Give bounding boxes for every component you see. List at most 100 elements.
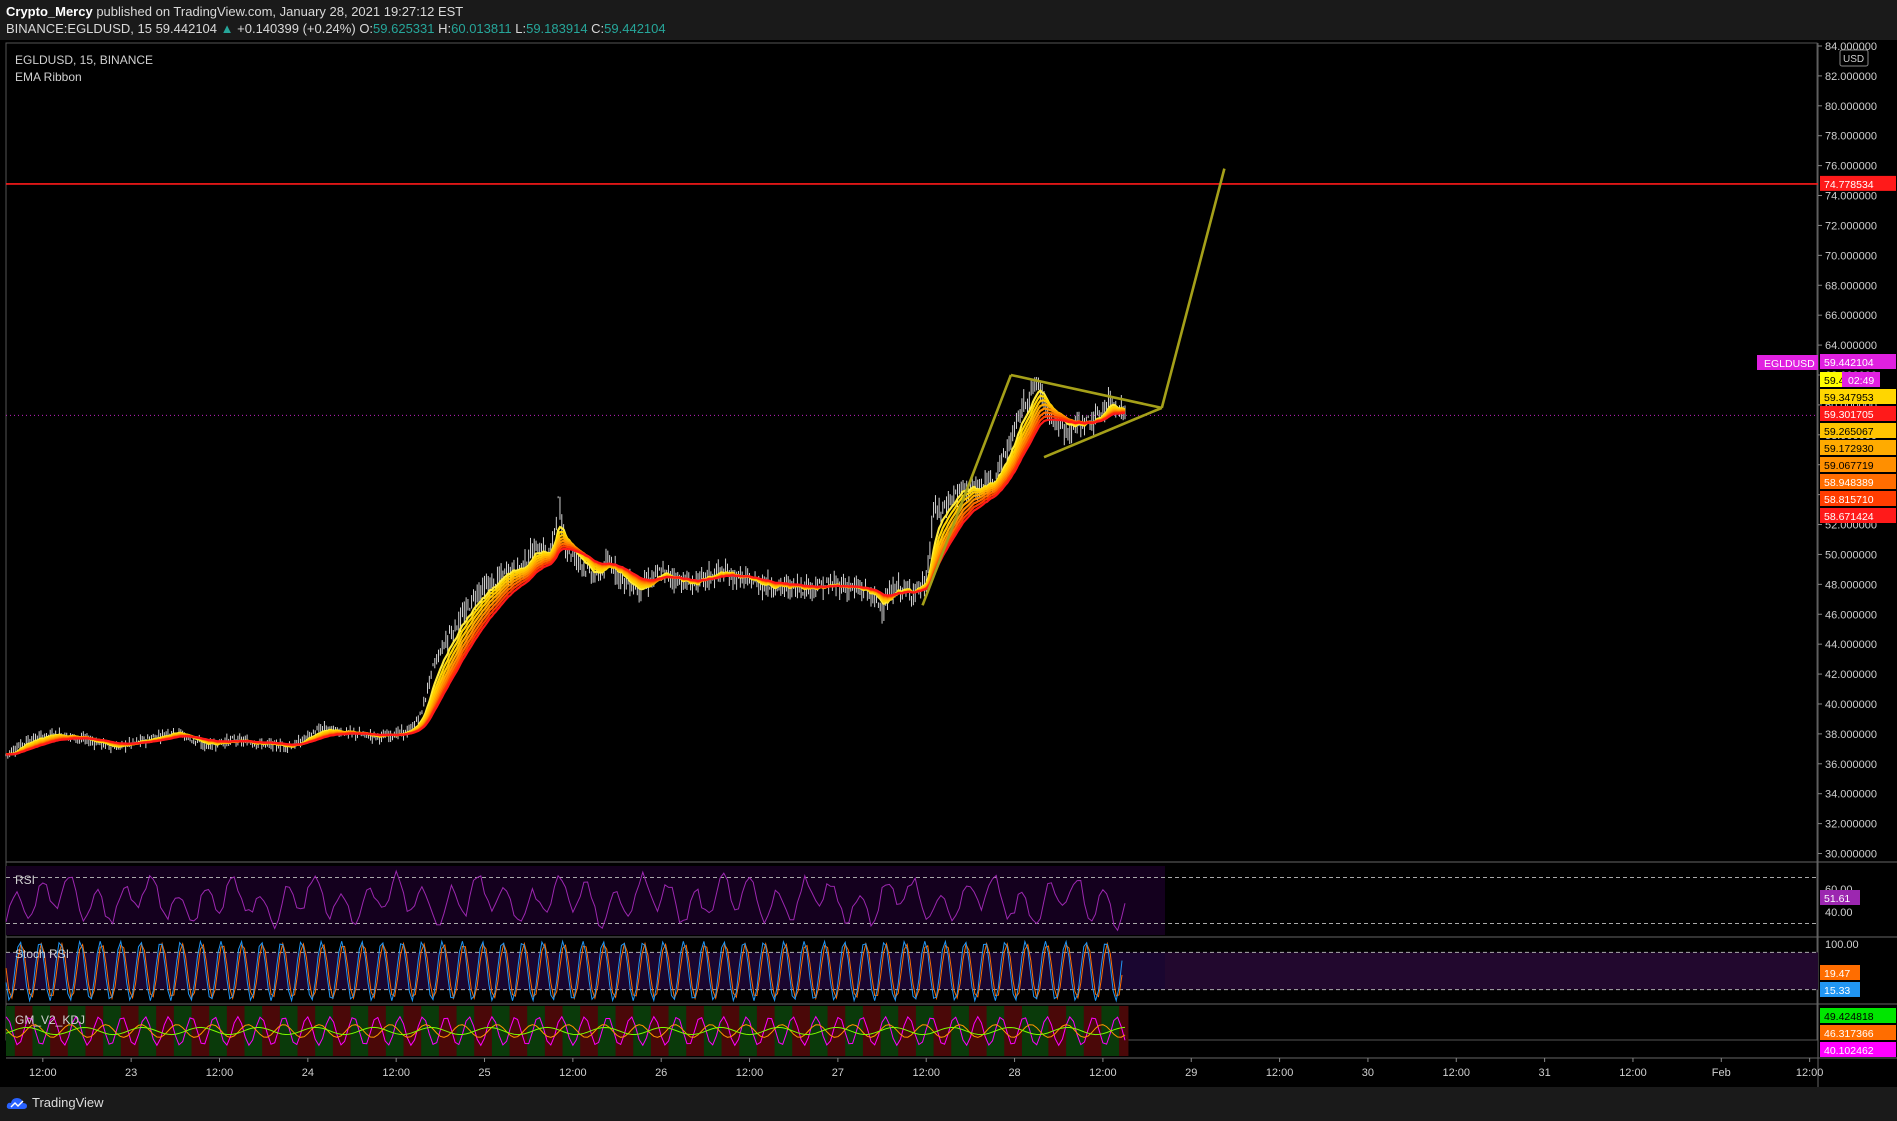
ema-value-tag: 59.067719	[1824, 460, 1874, 472]
price-tick-label: 74.000000	[1825, 191, 1877, 203]
ema-line	[5, 403, 1126, 756]
footer-brand: TradingView	[32, 1095, 104, 1110]
kdj-bg-bar	[306, 1006, 316, 1056]
kdj-bg-bar	[200, 1006, 210, 1056]
cloud-logo-icon	[6, 1097, 28, 1109]
kdj-bg-bar	[173, 1006, 184, 1056]
kdj-bg-bar	[765, 1006, 776, 1056]
kdj-bg-bar	[315, 1006, 325, 1056]
kdj-bg-bar	[324, 1006, 334, 1056]
kdj-bg-bar	[650, 1006, 661, 1056]
price-tick-label: 32.000000	[1825, 819, 1877, 831]
kdj-bg-bar	[695, 1006, 705, 1056]
time-tick-label: 27	[832, 1067, 844, 1079]
kdj-j-tag: 49.424818	[1824, 1011, 1874, 1023]
price-tick-label: 64.000000	[1825, 340, 1877, 352]
price-tick-label: 72.000000	[1825, 220, 1877, 232]
ema-line	[5, 399, 1126, 756]
countdown-time: 02:49	[1848, 375, 1874, 387]
kdj-bg-bar	[783, 1006, 793, 1056]
last-price-tag: 59.442104	[1824, 357, 1874, 369]
kdj-bg-bar	[633, 1006, 643, 1056]
kdj-bg-bar	[1083, 1006, 1094, 1056]
time-tick-label: 23	[125, 1067, 137, 1079]
time-tick-label: 12:00	[206, 1067, 234, 1079]
stoch-band-bg-future	[1165, 952, 1818, 990]
stoch-k-tag: 19.47	[1824, 968, 1850, 980]
kdj-bg-bar	[915, 1006, 926, 1056]
ema-line	[6, 411, 1126, 756]
price-chart[interactable]: 84.00000082.00000080.00000078.00000076.0…	[0, 0, 1897, 1087]
kdj-bg-bar	[606, 1006, 617, 1056]
stoch-tick-label: 100.00	[1825, 939, 1859, 951]
kdj-bg-bar	[1004, 1006, 1014, 1056]
kdj-bg-bar	[456, 1006, 466, 1056]
kdj-bg-bar	[580, 1006, 590, 1056]
kdj-bg-bar	[165, 1006, 175, 1056]
pattern-projection-line	[1160, 168, 1226, 409]
price-tick-label: 76.000000	[1825, 161, 1877, 173]
price-tick-label: 80.000000	[1825, 101, 1877, 113]
rsi-value-tag: 51.61	[1824, 893, 1850, 905]
kdj-bg-bar	[421, 1006, 431, 1056]
time-tick-label: 12:00	[912, 1067, 940, 1079]
resistance-tag: 74.778534	[1824, 179, 1874, 191]
kdj-bg-bar	[1030, 1006, 1041, 1056]
kdj-d-tag: 40.102462	[1824, 1045, 1874, 1057]
kdj-bg-bar	[1092, 1006, 1102, 1056]
kdj-bg-bar	[129, 1006, 140, 1056]
kdj-bg-bar	[968, 1006, 979, 1056]
price-tick-label: 48.000000	[1825, 579, 1877, 591]
kdj-bg-bar	[1119, 1006, 1129, 1056]
kdj-bg-bar	[809, 1006, 820, 1056]
kdj-bg-bar	[509, 1006, 519, 1056]
time-tick-label: 12:00	[1443, 1067, 1471, 1079]
kdj-bg-bar	[597, 1006, 608, 1056]
price-tick-label: 78.000000	[1825, 131, 1877, 143]
kdj-bg-bar	[1066, 1006, 1076, 1056]
ema-value-tag: 59.301705	[1824, 409, 1874, 421]
time-tick-label: 26	[655, 1067, 667, 1079]
kdj-bg-bar	[995, 1006, 1005, 1056]
kdj-bg-bar	[491, 1006, 502, 1056]
price-tick-label: 82.000000	[1825, 71, 1877, 83]
kdj-k-tag: 46.317366	[1824, 1028, 1874, 1040]
kdj-bg-bar	[677, 1006, 687, 1056]
kdj-bg-bar	[659, 1006, 670, 1056]
price-tick-label: 30.000000	[1825, 849, 1877, 861]
rsi-label: RSI	[15, 873, 35, 887]
kdj-bg-bar	[1057, 1006, 1067, 1056]
price-tick-label: 50.000000	[1825, 549, 1877, 561]
time-tick-label: 12:00	[29, 1067, 57, 1079]
currency-label: USD	[1843, 54, 1864, 65]
price-tick-label: 66.000000	[1825, 310, 1877, 322]
ema-line	[6, 411, 1126, 756]
price-tick-label: 44.000000	[1825, 639, 1877, 651]
kdj-bg-bar	[827, 1006, 837, 1056]
stoch-label: Stoch RSI	[15, 947, 69, 961]
tradingview-logo[interactable]: TradingView	[6, 1095, 104, 1110]
ema-value-tag: 58.948389	[1824, 477, 1874, 489]
price-tick-label: 46.000000	[1825, 609, 1877, 621]
price-tick-label: 68.000000	[1825, 280, 1877, 292]
legend-indicator[interactable]: EMA Ribbon	[15, 70, 82, 84]
kdj-bg-bar	[951, 1006, 961, 1056]
stoch-band-bg	[6, 952, 1165, 990]
ema-value-tag: 59.347953	[1824, 392, 1874, 404]
kdj-label: GM_V2_KDJ	[15, 1013, 85, 1027]
price-tick-label: 36.000000	[1825, 759, 1877, 771]
time-tick-label: 12:00	[1266, 1067, 1294, 1079]
ema-ribbon	[5, 389, 1126, 756]
kdj-bg-bar	[182, 1006, 193, 1056]
ema-value-tag: 58.671424	[1824, 511, 1874, 523]
kdj-bg-bar	[624, 1006, 634, 1056]
ema-value-tag: 58.815710	[1824, 494, 1874, 506]
time-tick-label: 24	[302, 1067, 314, 1079]
candles	[5, 376, 1126, 759]
ema-line	[5, 410, 1126, 756]
ema-line	[5, 394, 1126, 756]
time-tick-label: 25	[478, 1067, 490, 1079]
ema-line	[5, 389, 1126, 756]
time-tick-label: 12:00	[382, 1067, 410, 1079]
rsi-band-bg	[6, 866, 1165, 935]
